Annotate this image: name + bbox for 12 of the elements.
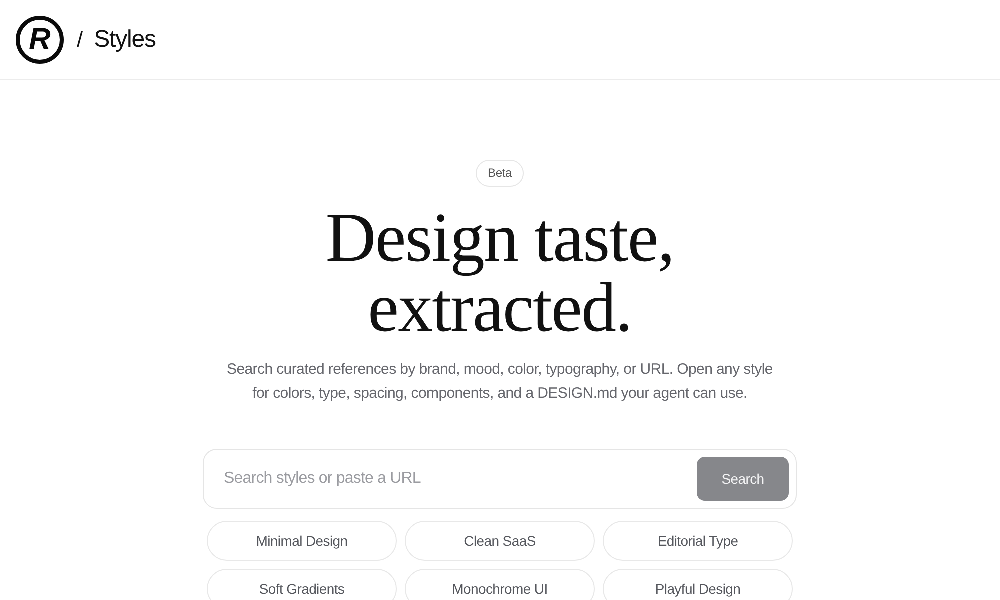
page-title[interactable]: Styles bbox=[94, 26, 156, 54]
brand-logo[interactable]: R bbox=[16, 16, 64, 64]
beta-badge: Beta bbox=[476, 160, 524, 187]
suggestion-chip[interactable]: Editorial Type bbox=[603, 521, 793, 561]
suggestion-chip[interactable]: Playful Design bbox=[603, 569, 793, 600]
hero-heading: Design taste, extracted. bbox=[324, 204, 676, 344]
suggestion-chip[interactable]: Minimal Design bbox=[207, 521, 397, 561]
breadcrumb-separator: / bbox=[77, 26, 84, 52]
suggestion-chip[interactable]: Soft Gradients bbox=[207, 569, 397, 600]
suggestion-chip[interactable]: Clean SaaS bbox=[405, 521, 595, 561]
suggestion-chip[interactable]: Monochrome UI bbox=[405, 569, 595, 600]
hero-subtitle: Search curated references by brand, mood, color, typography, or URL. Open any style for colors, type, spacing, components, and a DESIGN.md your agent can use. bbox=[226, 360, 774, 404]
